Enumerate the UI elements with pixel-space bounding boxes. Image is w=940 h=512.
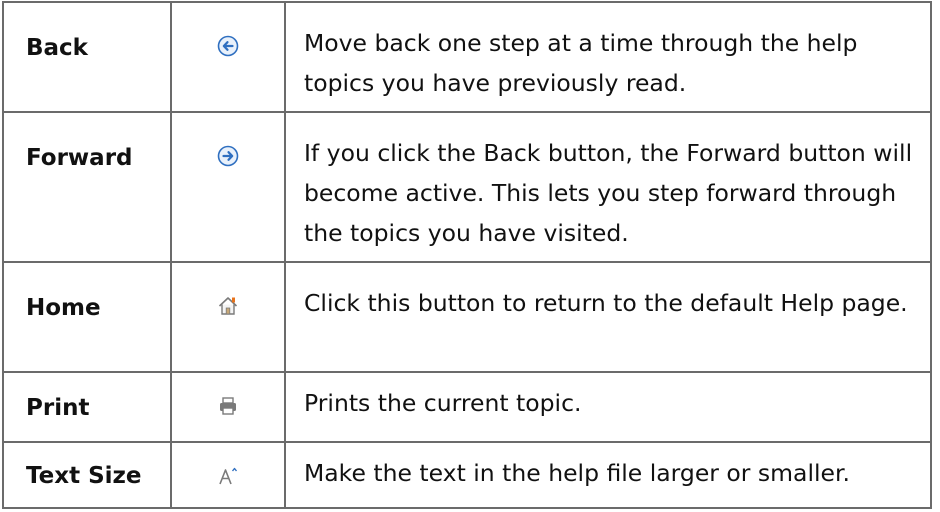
back-arrow-icon [217, 35, 239, 57]
row-name-print: Print [2, 371, 172, 443]
row-description-text-size: Make the text in the help file larger or… [284, 441, 932, 509]
table-row-print: Print Prints the current topic. [2, 371, 932, 443]
text-size-icon [217, 465, 239, 487]
row-name-home: Home [2, 261, 172, 373]
row-description-print: Prints the current topic. [284, 371, 932, 443]
table-row-home: Home Click this button to return to the … [2, 261, 932, 373]
row-description-forward: If you click the Back button, the Forwar… [284, 111, 932, 263]
row-name-text-size: Text Size [2, 441, 172, 509]
printer-icon [217, 395, 239, 417]
table-row-back: Back Move back one step at a time throug… [2, 1, 932, 113]
row-description-home: Click this button to return to the defau… [284, 261, 932, 373]
help-toolbar-table: Back Move back one step at a time throug… [2, 1, 932, 509]
row-name-forward: Forward [2, 111, 172, 263]
table-row-forward: Forward If you click the Back button, th… [2, 111, 932, 263]
forward-arrow-icon [217, 145, 239, 167]
row-description-back: Move back one step at a time through the… [284, 1, 932, 113]
table-row-text-size: Text Size Make the text in the help file… [2, 441, 932, 509]
row-name-back: Back [2, 1, 172, 113]
home-icon [217, 295, 239, 317]
